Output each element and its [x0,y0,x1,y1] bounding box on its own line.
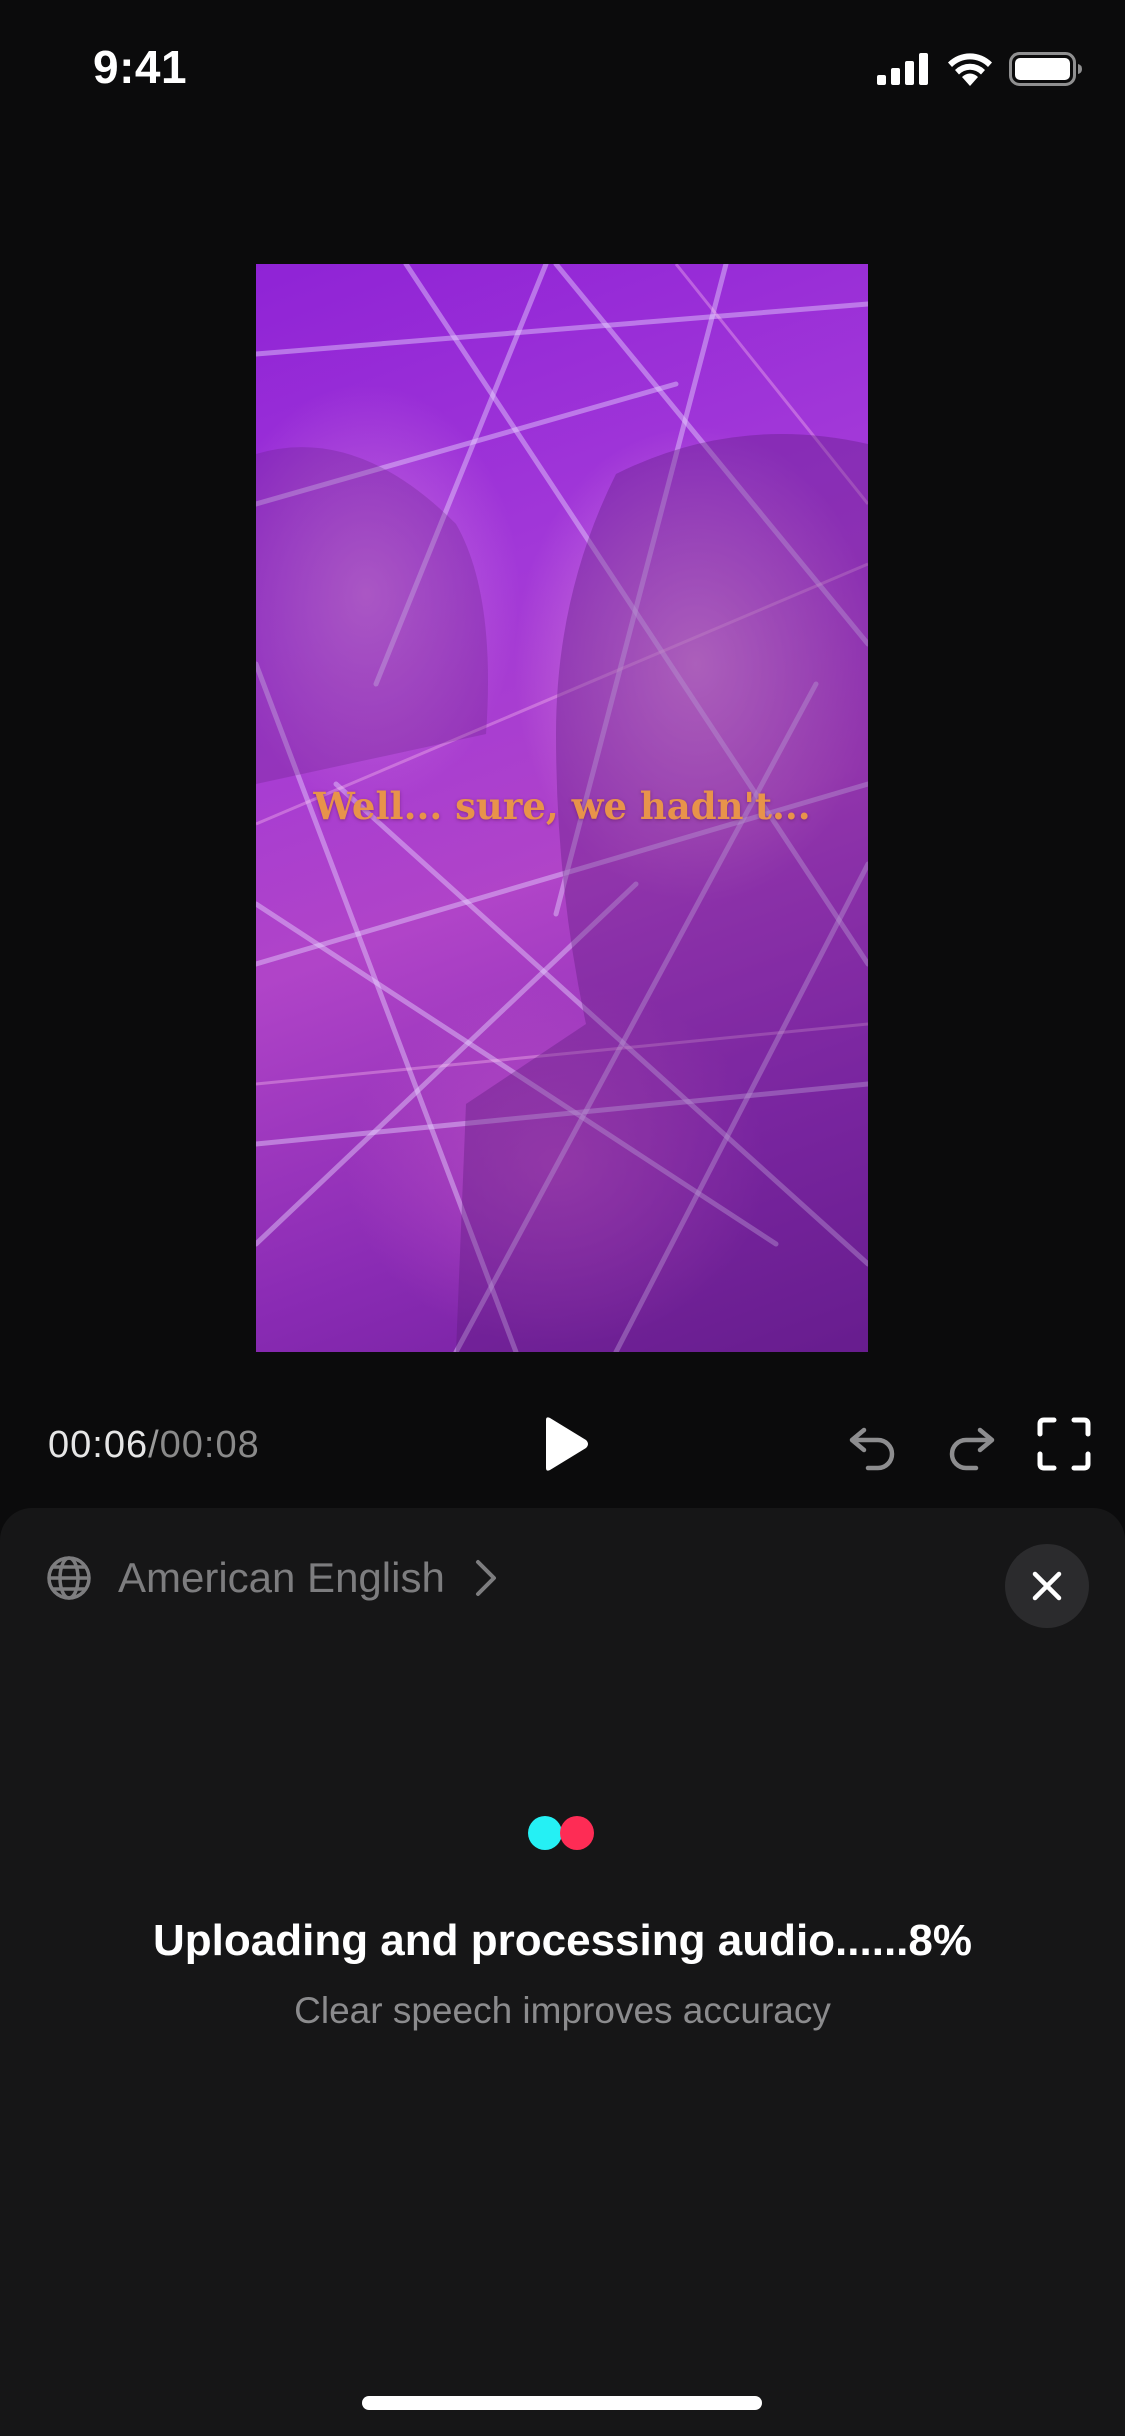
home-indicator[interactable] [362,2396,762,2410]
cellular-signal-icon [877,53,928,85]
fullscreen-button[interactable] [1036,1416,1092,1472]
video-preview[interactable]: Well... sure, we hadn't... [256,264,868,1352]
chevron-right-icon [475,1560,496,1596]
accuracy-hint: Clear speech improves accuracy [294,1990,831,2031]
status-bar: 9:41 [0,0,1125,140]
loading-dot-cyan [528,1816,562,1850]
language-label: American English [118,1554,445,1601]
close-button[interactable] [1005,1544,1089,1628]
language-selector[interactable]: American English [46,1548,499,1608]
status-time: 9:41 [93,41,188,93]
total-time: 00:08 [159,1424,260,1466]
globe-icon [47,1556,91,1600]
loading-indicator [528,1816,598,1850]
wifi-icon [948,53,992,86]
loading-dot-red [560,1816,594,1850]
auto-captions-panel: American English Uploading and processin… [0,1508,1125,2436]
play-icon [546,1417,588,1471]
playback-bar: 00:06/00:08 [0,1400,1125,1490]
battery-icon [1009,52,1082,86]
upload-progress-text: Uploading and processing audio......8% [153,1916,972,1965]
current-time: 00:06 [48,1424,149,1466]
undo-icon [849,1427,895,1471]
close-icon [1032,1571,1062,1601]
fullscreen-icon [1037,1417,1091,1471]
undo-button[interactable] [846,1416,902,1472]
timecode: 00:06/00:08 [48,1424,260,1467]
time-separator: / [148,1424,160,1466]
video-caption[interactable]: Well... sure, we hadn't... [256,784,868,828]
redo-button[interactable] [942,1416,998,1472]
play-button[interactable] [534,1414,594,1474]
redo-icon [949,1427,995,1471]
status-icons [877,52,1083,86]
